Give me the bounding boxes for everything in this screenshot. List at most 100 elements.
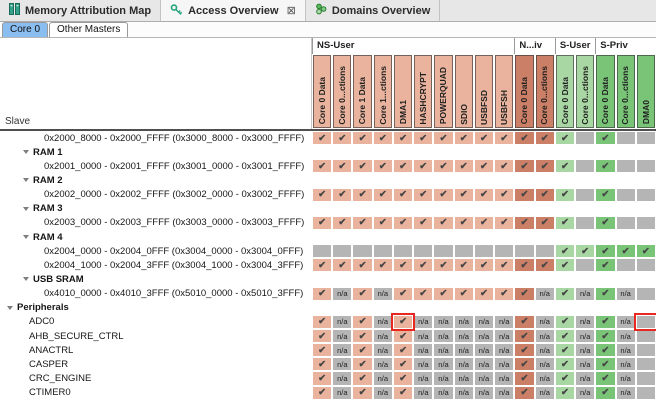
access-cell[interactable]: ✔ <box>555 357 575 371</box>
access-cell[interactable]: ✔ <box>433 287 453 301</box>
access-cell[interactable]: ✔ <box>312 287 332 301</box>
slave-column-header[interactable]: Slave <box>0 38 312 129</box>
access-cell[interactable]: n/a <box>535 287 555 301</box>
access-cell[interactable]: n/a <box>494 343 514 357</box>
access-cell[interactable]: ✔ <box>352 287 372 301</box>
access-cell[interactable]: n/a <box>616 315 636 329</box>
access-cell[interactable]: ✔ <box>413 216 433 230</box>
access-cell[interactable]: n/a <box>616 371 636 385</box>
access-cell[interactable]: n/a <box>474 357 494 371</box>
disclosure-triangle-icon[interactable] <box>23 235 29 240</box>
access-cell[interactable]: n/a <box>474 343 494 357</box>
access-cell[interactable]: n/a <box>433 315 453 329</box>
access-cell[interactable]: ✔ <box>595 159 615 173</box>
column-header[interactable]: HASHCRYPT <box>413 54 433 129</box>
access-cell[interactable]: n/a <box>535 329 555 343</box>
column-header[interactable]: Core 0 Data <box>312 54 332 129</box>
access-cell[interactable]: ✔ <box>514 371 534 385</box>
access-cell[interactable] <box>575 188 595 202</box>
access-cell[interactable]: ✔ <box>312 371 332 385</box>
access-cell[interactable]: ✔ <box>514 287 534 301</box>
access-cell[interactable]: ✔ <box>595 188 615 202</box>
column-header[interactable]: POWERQUAD <box>433 54 453 129</box>
access-cell[interactable]: n/a <box>332 386 352 400</box>
access-cell[interactable]: n/a <box>332 371 352 385</box>
access-cell[interactable] <box>575 216 595 230</box>
column-header[interactable]: Core 0 Data <box>555 54 575 129</box>
access-cell[interactable]: ✔ <box>393 287 413 301</box>
column-header[interactable]: Core 0...ctions <box>535 54 555 129</box>
access-cell[interactable]: ✔ <box>352 386 372 400</box>
access-cell[interactable]: ✔ <box>494 159 514 173</box>
access-cell[interactable]: ✔ <box>352 315 372 329</box>
access-cell[interactable]: ✔ <box>595 216 615 230</box>
slave-row-label[interactable]: 0x2000_8000 - 0x2000_FFFF (0x3000_8000 -… <box>0 131 312 145</box>
access-cell[interactable]: ✔ <box>413 287 433 301</box>
access-cell[interactable]: ✔ <box>454 216 474 230</box>
tree-group-label[interactable]: RAM 1 <box>0 145 312 159</box>
access-cell[interactable]: n/a <box>474 315 494 329</box>
access-cell[interactable] <box>393 244 413 258</box>
access-cell[interactable]: ✔ <box>413 188 433 202</box>
access-cell[interactable]: n/a <box>373 371 393 385</box>
access-cell[interactable]: n/a <box>616 357 636 371</box>
access-cell[interactable]: n/a <box>535 343 555 357</box>
tab-access-overview[interactable]: Access Overview ⊠ <box>161 0 306 21</box>
disclosure-triangle-icon[interactable] <box>7 305 13 310</box>
slave-row-label[interactable]: CASPER <box>0 357 312 371</box>
access-cell[interactable]: n/a <box>474 386 494 400</box>
access-cell[interactable]: ✔ <box>514 386 534 400</box>
access-cell[interactable]: ✔ <box>535 258 555 272</box>
access-cell[interactable]: n/a <box>616 343 636 357</box>
access-cell[interactable]: ✔ <box>595 343 615 357</box>
slave-row-label[interactable]: 0x2003_0000 - 0x2003_FFFF (0x3003_0000 -… <box>0 216 312 230</box>
access-cell[interactable]: n/a <box>494 371 514 385</box>
column-header[interactable]: USBFSH <box>494 54 514 129</box>
access-cell[interactable] <box>633 312 656 332</box>
access-cell[interactable]: ✔ <box>595 131 615 145</box>
access-cell[interactable]: n/a <box>575 357 595 371</box>
access-cell[interactable]: n/a <box>373 357 393 371</box>
access-cell[interactable]: ✔ <box>312 131 332 145</box>
access-cell[interactable]: n/a <box>575 386 595 400</box>
access-cell[interactable]: n/a <box>474 371 494 385</box>
access-cell[interactable] <box>616 159 636 173</box>
access-cell[interactable]: ✔ <box>555 244 575 258</box>
access-cell[interactable]: ✔ <box>555 343 575 357</box>
slave-row-label[interactable]: ANACTRL <box>0 343 312 357</box>
access-cell[interactable]: ✔ <box>373 131 393 145</box>
access-cell[interactable]: n/a <box>575 315 595 329</box>
column-header[interactable]: SDIO <box>454 54 474 129</box>
access-cell[interactable]: ✔ <box>352 216 372 230</box>
access-cell[interactable]: ✔ <box>332 188 352 202</box>
access-cell[interactable]: ✔ <box>595 244 615 258</box>
access-cell[interactable] <box>636 159 656 173</box>
access-cell[interactable] <box>413 244 433 258</box>
access-cell[interactable] <box>535 244 555 258</box>
access-cell[interactable]: ✔ <box>474 159 494 173</box>
access-cell[interactable]: ✔ <box>514 343 534 357</box>
access-cell[interactable] <box>636 386 656 400</box>
access-cell[interactable]: n/a <box>575 343 595 357</box>
access-cell[interactable]: n/a <box>616 287 636 301</box>
access-cell[interactable]: ✔ <box>595 258 615 272</box>
access-cell[interactable]: ✔ <box>595 315 615 329</box>
access-cell[interactable]: ✔ <box>393 386 413 400</box>
access-cell[interactable]: ✔ <box>494 216 514 230</box>
access-cell[interactable]: ✔ <box>312 188 332 202</box>
access-cell[interactable] <box>636 131 656 145</box>
subtab-core0[interactable]: Core 0 <box>2 22 49 37</box>
access-cell[interactable]: ✔ <box>555 258 575 272</box>
access-cell[interactable]: ✔ <box>595 371 615 385</box>
access-cell[interactable]: ✔ <box>433 131 453 145</box>
access-cell[interactable]: ✔ <box>535 216 555 230</box>
access-cell[interactable]: n/a <box>494 315 514 329</box>
access-cell[interactable]: n/a <box>373 287 393 301</box>
access-cell[interactable]: ✔ <box>390 312 416 332</box>
access-cell[interactable]: n/a <box>454 357 474 371</box>
access-cell[interactable]: ✔ <box>312 258 332 272</box>
access-cell[interactable]: n/a <box>535 315 555 329</box>
access-cell[interactable]: ✔ <box>494 188 514 202</box>
access-cell[interactable]: ✔ <box>514 357 534 371</box>
access-cell[interactable]: ✔ <box>373 258 393 272</box>
